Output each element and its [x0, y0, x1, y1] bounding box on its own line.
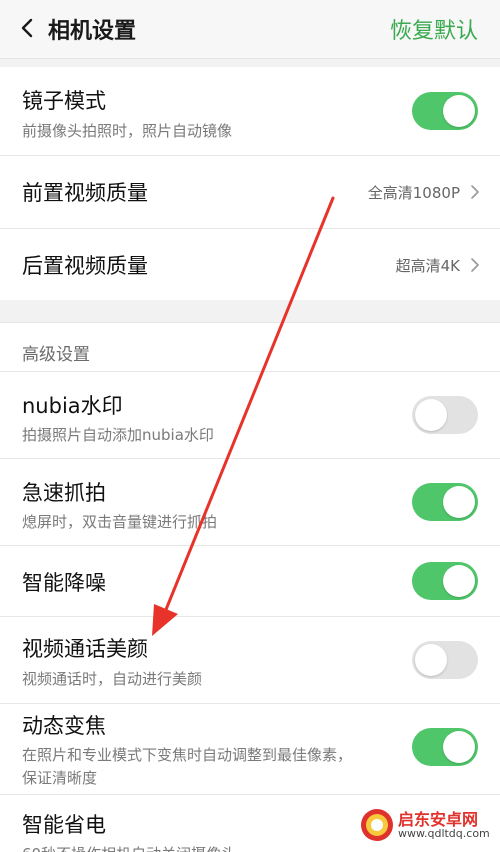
setting-row-smart-noise-reduction[interactable]: 智能降噪 — [0, 546, 500, 617]
setting-subtitle: 熄屏时，双击音量键进行抓拍 — [22, 513, 218, 531]
setting-subtitle: 前摄像头拍照时，照片自动镜像 — [22, 122, 233, 140]
back-chevron-icon — [21, 18, 33, 38]
setting-row-video-call-beauty[interactable]: 视频通话美颜 视频通话时，自动进行美颜 — [0, 617, 500, 704]
toggle-knob — [443, 486, 475, 518]
setting-title: 急速抓拍 — [22, 481, 106, 505]
section-divider — [0, 300, 500, 323]
video-call-beauty-toggle[interactable] — [412, 641, 478, 679]
restore-defaults-button[interactable]: 恢复默认 — [390, 13, 478, 45]
setting-title: 动态变焦 — [22, 714, 106, 738]
setting-row-quick-snapshot[interactable]: 急速抓拍 熄屏时，双击音量键进行抓拍 — [0, 459, 500, 546]
setting-title: 智能降噪 — [22, 571, 106, 595]
toggle-knob — [415, 399, 447, 431]
toggle-knob — [443, 95, 475, 127]
toggle-knob — [443, 565, 475, 597]
setting-title: 后置视频质量 — [22, 254, 148, 278]
setting-subtitle: 拍摄照片自动添加nubia水印 — [22, 426, 214, 444]
camera-settings-page: 相机设置 恢复默认 镜子模式 前摄像头拍照时，照片自动镜像 前置视频质量 全高清… — [0, 0, 500, 852]
setting-row-nubia-watermark[interactable]: nubia水印 拍摄照片自动添加nubia水印 — [0, 372, 500, 459]
top-divider — [0, 59, 500, 67]
site-watermark: 启东安卓网 www.qdltdq.com — [360, 806, 490, 846]
setting-subtitle-continued: 保证清晰度 — [22, 769, 98, 787]
setting-title: 视频通话美颜 — [22, 637, 148, 661]
setting-row-mirror-mode[interactable]: 镜子模式 前摄像头拍照时，照片自动镜像 — [0, 67, 500, 156]
mirror-mode-toggle[interactable] — [412, 92, 478, 130]
setting-row-rear-video-quality[interactable]: 后置视频质量 超高清4K — [0, 229, 500, 301]
setting-subtitle: 视频通话时，自动进行美颜 — [22, 670, 203, 688]
setting-value: 超高清4K — [395, 257, 460, 275]
setting-title: nubia水印 — [22, 394, 123, 418]
toggle-knob — [443, 731, 475, 763]
back-button[interactable] — [16, 12, 44, 44]
setting-row-front-video-quality[interactable]: 前置视频质量 全高清1080P — [0, 156, 500, 229]
setting-row-dynamic-zoom[interactable]: 动态变焦 在照片和专业模式下变焦时自动调整到最佳像素， 保证清晰度 — [0, 704, 500, 795]
app-header: 相机设置 恢复默认 — [0, 0, 500, 59]
setting-title: 智能省电 — [22, 813, 106, 837]
page-title: 相机设置 — [48, 19, 137, 44]
setting-value: 全高清1080P — [367, 184, 460, 202]
chevron-right-icon — [471, 258, 479, 272]
quick-snapshot-toggle[interactable] — [412, 483, 478, 521]
watermark-url: www.qdltdq.com — [398, 827, 490, 840]
smart-noise-reduction-toggle[interactable] — [412, 562, 478, 600]
setting-subtitle: 60秒不操作相机自动关闭摄像头 — [22, 843, 236, 852]
section-header-advanced: 高级设置 — [22, 345, 90, 365]
setting-subtitle: 在照片和专业模式下变焦时自动调整到最佳像素， — [22, 746, 353, 764]
setting-title: 前置视频质量 — [22, 181, 148, 205]
setting-title: 镜子模式 — [22, 89, 106, 113]
site-logo-icon — [361, 809, 393, 841]
toggle-knob — [415, 644, 447, 676]
dynamic-zoom-toggle[interactable] — [412, 728, 478, 766]
nubia-watermark-toggle[interactable] — [412, 396, 478, 434]
chevron-right-icon — [471, 185, 479, 199]
